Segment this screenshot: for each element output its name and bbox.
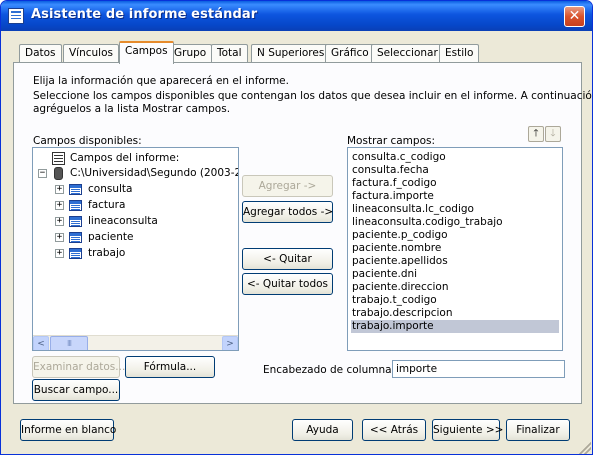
tree-table-label: consulta bbox=[88, 183, 133, 195]
close-button[interactable]: ✕ bbox=[564, 6, 585, 27]
expand-icon[interactable]: + bbox=[55, 233, 64, 242]
tab-vinculos[interactable]: Vínculos bbox=[63, 44, 119, 63]
available-fields-tree[interactable]: Campos del informe: − C:\Universidad\Seg… bbox=[32, 147, 239, 351]
tab-estilo[interactable]: Estilo bbox=[439, 44, 480, 63]
collapse-icon[interactable]: − bbox=[38, 169, 47, 178]
tab-grafico[interactable]: Gráfico bbox=[325, 44, 375, 63]
expand-icon[interactable]: + bbox=[55, 201, 64, 210]
finish-button[interactable]: Finalizar bbox=[506, 419, 570, 441]
display-field-item[interactable]: consulta.c_codigo bbox=[351, 151, 446, 164]
move-up-icon[interactable]: 🡑 bbox=[528, 126, 544, 142]
tree-root-label: Campos del informe: bbox=[70, 152, 180, 164]
next-button[interactable]: Siguiente >> bbox=[432, 419, 503, 441]
tree-table-label: trabajo bbox=[88, 247, 126, 259]
table-icon bbox=[69, 232, 82, 243]
database-icon bbox=[54, 167, 63, 180]
window-title: Asistente de informe estándar bbox=[31, 7, 258, 22]
tree-table-label: paciente bbox=[88, 231, 134, 243]
instruction-line-3: agréguelos a la lista Mostrar campos. bbox=[33, 103, 231, 115]
display-field-item[interactable]: factura.f_codigo bbox=[351, 177, 437, 190]
display-field-item[interactable]: paciente.apellidos bbox=[351, 255, 448, 268]
instruction-line-2: Seleccione los campos disponibles que co… bbox=[33, 90, 593, 102]
tab-n-superiores[interactable]: N Superiores bbox=[251, 44, 331, 63]
table-icon bbox=[69, 184, 82, 195]
expand-icon[interactable]: + bbox=[55, 249, 64, 258]
display-field-item[interactable]: lineaconsulta.codigo_trabajo bbox=[351, 216, 503, 229]
add-button[interactable]: Agregar -> bbox=[242, 175, 333, 197]
horizontal-scrollbar[interactable]: < III > bbox=[33, 335, 238, 350]
instruction-line-1: Elija la información que aparecerá en el… bbox=[33, 75, 289, 87]
display-field-item[interactable]: lineaconsulta.lc_codigo bbox=[351, 203, 474, 216]
move-down-icon[interactable]: 🡓 bbox=[545, 126, 561, 142]
blank-report-button[interactable]: Informe en blanco bbox=[20, 419, 116, 441]
tree-db-label: C:\Universidad\Segundo (2003-200 bbox=[70, 167, 239, 179]
back-button[interactable]: << Atrás bbox=[362, 419, 426, 441]
table-icon bbox=[69, 216, 82, 227]
display-field-item-selected[interactable]: trabajo.importe bbox=[351, 320, 559, 333]
table-icon bbox=[69, 200, 82, 211]
remove-all-button[interactable]: <- Quitar todos bbox=[242, 273, 333, 295]
display-field-item[interactable]: paciente.dni bbox=[351, 268, 417, 281]
add-all-button[interactable]: Agregar todos -> bbox=[242, 201, 333, 223]
column-header-label: Encabezado de columna: bbox=[263, 364, 396, 376]
tab-campos[interactable]: Campos bbox=[119, 41, 174, 64]
report-wizard-window: Asistente de informe estándar ✕ Datos Ví… bbox=[0, 0, 593, 455]
remove-button[interactable]: <- Quitar bbox=[242, 248, 333, 270]
tab-grupo[interactable]: Grupo bbox=[168, 44, 213, 63]
scroll-left-icon[interactable]: < bbox=[33, 336, 49, 350]
display-field-item[interactable]: trabajo.t_codigo bbox=[351, 294, 437, 307]
title-bar[interactable]: Asistente de informe estándar ✕ bbox=[1, 1, 592, 31]
tab-total[interactable]: Total bbox=[211, 44, 248, 63]
formula-button[interactable]: Fórmula... bbox=[125, 356, 215, 378]
report-icon bbox=[52, 152, 65, 165]
find-field-button[interactable]: Buscar campo... bbox=[32, 379, 120, 401]
display-field-item[interactable]: trabajo.descripcion bbox=[351, 307, 453, 320]
table-icon bbox=[69, 248, 82, 259]
column-header-input[interactable]: importe bbox=[392, 360, 565, 378]
display-field-item[interactable]: consulta.fecha bbox=[351, 164, 429, 177]
expand-icon[interactable]: + bbox=[55, 217, 64, 226]
expand-icon[interactable]: + bbox=[55, 185, 64, 194]
scroll-right-icon[interactable]: > bbox=[222, 336, 238, 350]
tree-table-label: factura bbox=[88, 199, 126, 211]
scroll-thumb[interactable]: III bbox=[50, 336, 88, 350]
tree-table-label: lineaconsulta bbox=[88, 215, 158, 227]
browse-data-button[interactable]: Examinar datos... bbox=[32, 356, 125, 378]
app-icon bbox=[8, 8, 24, 24]
help-button[interactable]: Ayuda bbox=[292, 419, 353, 441]
display-field-item[interactable]: factura.importe bbox=[351, 190, 434, 203]
available-fields-label: Campos disponibles: bbox=[33, 135, 142, 147]
tab-datos[interactable]: Datos bbox=[19, 44, 62, 63]
display-fields-list[interactable]: consulta.c_codigo consulta.fecha factura… bbox=[347, 147, 563, 351]
display-fields-label: Mostrar campos: bbox=[347, 135, 436, 147]
display-field-item[interactable]: paciente.direccion bbox=[351, 281, 449, 294]
resize-grip-icon[interactable] bbox=[579, 442, 591, 454]
display-field-item[interactable]: paciente.nombre bbox=[351, 242, 441, 255]
tab-seleccionar[interactable]: Seleccionar bbox=[371, 44, 444, 63]
display-field-item[interactable]: paciente.p_codigo bbox=[351, 229, 448, 242]
